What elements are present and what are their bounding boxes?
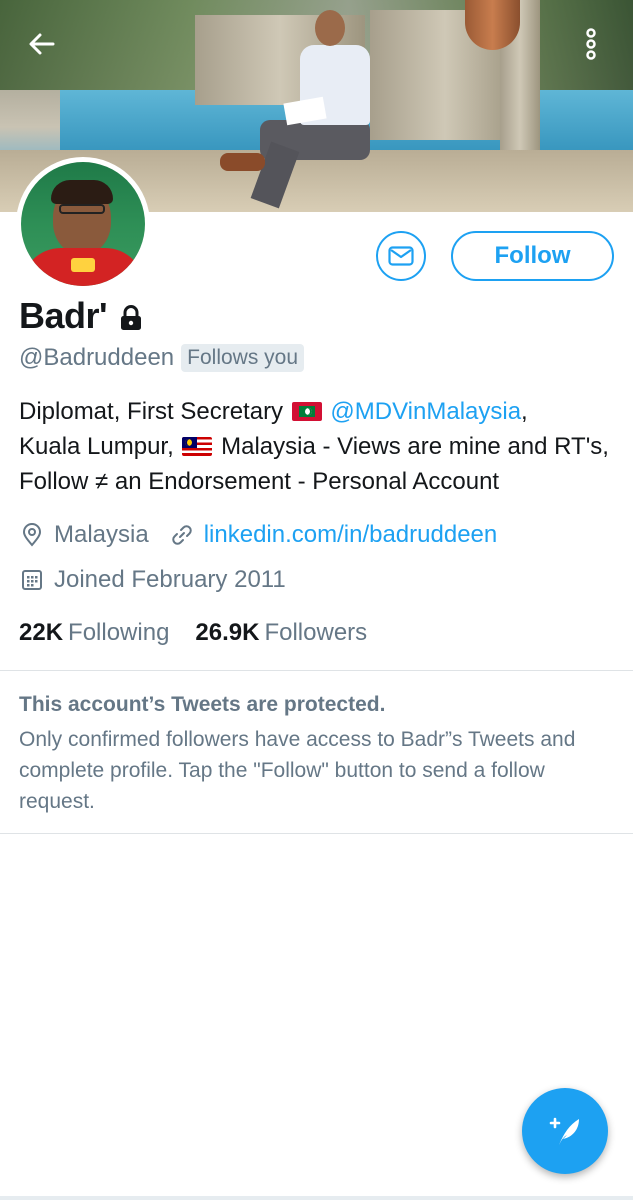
protected-notice-body: Only confirmed followers have access to … xyxy=(19,728,576,813)
banner-person xyxy=(220,5,380,210)
bottom-edge xyxy=(0,1196,633,1200)
malaysia-flag-icon xyxy=(182,437,213,456)
more-options-button[interactable] xyxy=(573,26,609,62)
compose-tweet-button[interactable] xyxy=(522,1088,608,1174)
lock-icon xyxy=(121,305,142,330)
calendar-icon xyxy=(19,567,45,593)
profile-bio: Diplomat, First Secretary @MDVinMalaysia… xyxy=(19,394,619,499)
following-stat[interactable]: 22K Following xyxy=(19,619,169,647)
followers-label: Followers xyxy=(264,619,368,646)
followers-count: 26.9K xyxy=(195,619,260,646)
followers-stat[interactable]: 26.9K Followers xyxy=(195,619,367,647)
follow-button[interactable]: Follow xyxy=(451,231,614,281)
protected-notice-title: This account’s Tweets are protected. xyxy=(19,693,386,716)
profile-meta-row: Joined February 2011 xyxy=(19,566,286,594)
divider xyxy=(0,670,633,671)
website-link[interactable]: linkedin.com/in/badruddeen xyxy=(204,521,498,549)
bio-text: Diplomat, First Secretary xyxy=(19,398,284,425)
mail-icon xyxy=(388,246,414,266)
location-pin-icon xyxy=(19,522,45,548)
joined-date: Joined February 2011 xyxy=(54,566,286,593)
location-text: Malaysia xyxy=(54,521,149,548)
handle-row: @Badruddeen Follows you xyxy=(19,344,305,372)
avatar-photo xyxy=(21,162,145,286)
following-count: 22K xyxy=(19,619,64,646)
message-button[interactable] xyxy=(376,231,426,281)
maldives-flag-icon xyxy=(291,402,322,421)
avatar[interactable] xyxy=(16,157,150,291)
following-label: Following xyxy=(68,619,170,646)
divider xyxy=(0,833,633,834)
back-button[interactable] xyxy=(24,26,60,62)
bio-mention-link[interactable]: @MDVinMalaysia xyxy=(330,398,521,425)
link-icon xyxy=(169,522,195,548)
username: @Badruddeen xyxy=(19,344,175,371)
bio-text: , xyxy=(521,398,528,425)
bio-text: Kuala Lumpur, xyxy=(19,433,174,460)
arrow-left-icon xyxy=(29,33,55,55)
compose-tweet-icon xyxy=(549,1117,579,1145)
follow-stats: 22K Following 26.9K Followers xyxy=(19,619,367,647)
more-vertical-icon xyxy=(586,28,596,60)
display-name: Badr' xyxy=(19,295,108,336)
profile-name-row: Badr' xyxy=(19,295,145,337)
profile-meta-row: Malaysia linkedin.com/in/badruddeen xyxy=(19,521,497,549)
follows-you-badge: Follows you xyxy=(181,344,305,372)
